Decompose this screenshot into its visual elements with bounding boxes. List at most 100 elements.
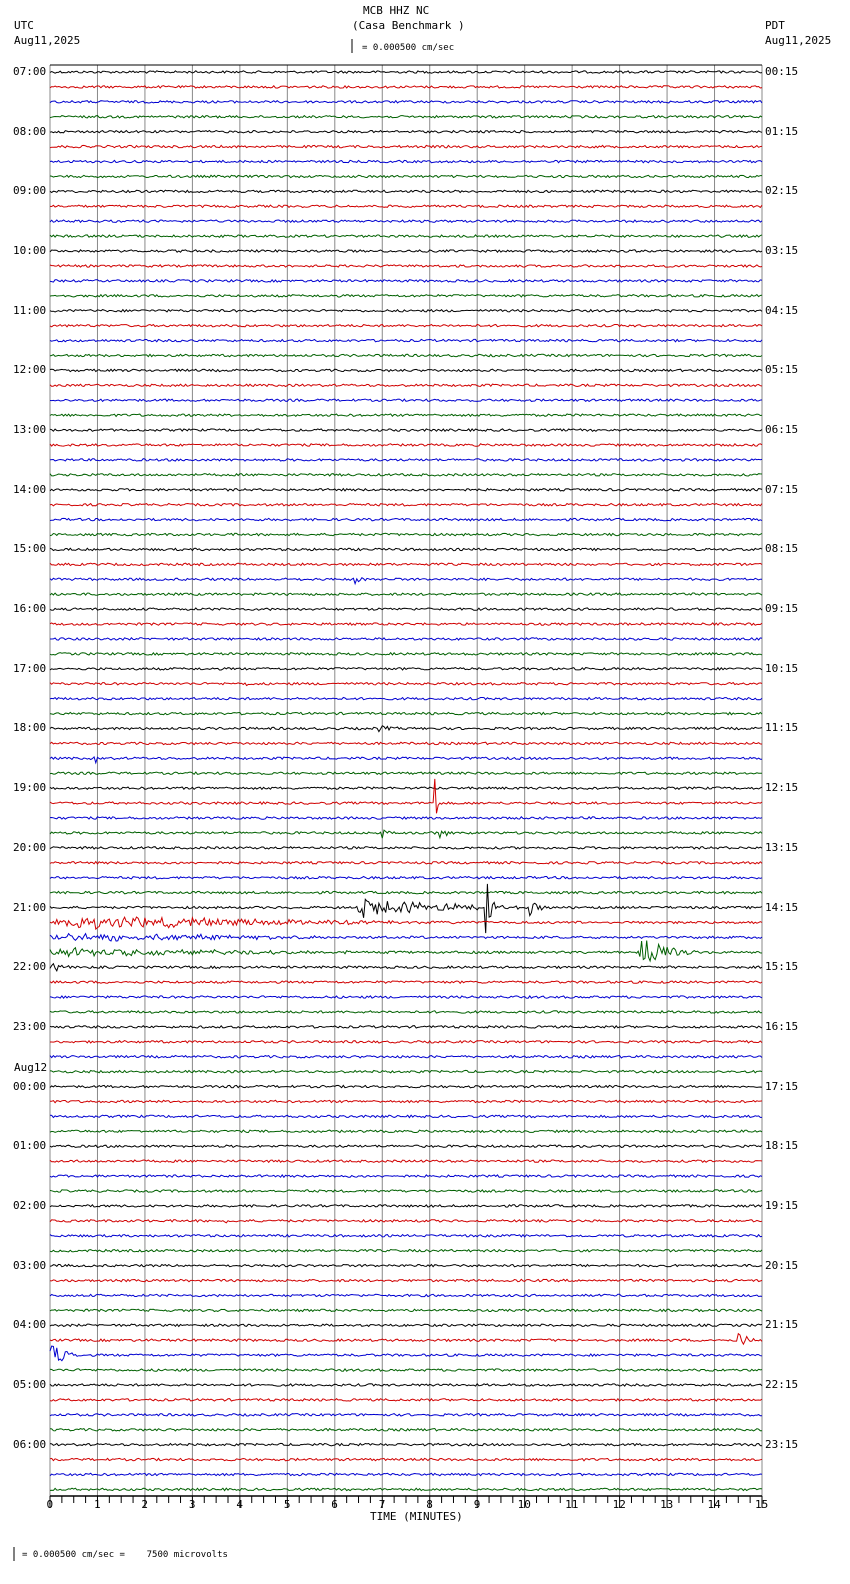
trace-row (49, 592, 763, 597)
trace-row (49, 980, 763, 985)
utc-hour-label: 11:00 (13, 303, 47, 317)
trace-row (49, 1442, 763, 1447)
trace-row (49, 1332, 763, 1346)
utc-hour-label: 09:00 (13, 184, 47, 198)
trace-row (49, 1218, 763, 1224)
trace-row (49, 472, 763, 477)
utc-hour-label: 10:00 (13, 244, 47, 258)
trace-row (49, 457, 763, 462)
trace-row (49, 666, 763, 671)
utc-hour-label: 19:00 (13, 781, 47, 795)
trace-row (49, 1487, 763, 1492)
pdt-hour-label: 16:15 (765, 1019, 799, 1033)
trace-row (49, 413, 763, 418)
trace-row (49, 204, 763, 209)
pdt-hour-label: 13:15 (765, 840, 799, 854)
utc-hour-label: 06:00 (13, 1437, 47, 1451)
trace-row (49, 428, 763, 433)
pdt-hour-label: 02:15 (765, 184, 799, 198)
trace-row (49, 1263, 763, 1268)
x-tick-label: 0 (46, 1498, 54, 1511)
pdt-hour-label: 23:15 (765, 1437, 799, 1451)
trace-row (49, 114, 763, 119)
x-tick-label: 12 (612, 1498, 626, 1511)
trace-row (49, 398, 763, 403)
utc-hour-label: 02:00 (13, 1198, 47, 1212)
trace-row (49, 845, 763, 850)
trace-row (49, 368, 763, 373)
trace-row (49, 1099, 763, 1104)
trace-row (49, 1174, 763, 1179)
utc-hour-label: 22:00 (13, 960, 47, 974)
trace-row (49, 771, 763, 776)
trace-row (49, 1323, 763, 1328)
trace-row (49, 1293, 763, 1298)
trace-row (49, 696, 763, 701)
trace-row (49, 755, 762, 765)
trace-row (49, 1189, 763, 1193)
utc-hour-label: 08:00 (13, 124, 47, 138)
utc-hour-label: 16:00 (13, 602, 47, 616)
utc-hour-label: 13:00 (13, 423, 47, 437)
trace-row (49, 1248, 763, 1253)
trace-row (49, 278, 763, 283)
x-tick-label: 7 (378, 1498, 386, 1511)
trace-row (49, 1144, 763, 1149)
utc-hour-label: 05:00 (13, 1377, 47, 1391)
trace-row (49, 860, 763, 865)
trace-row (49, 129, 763, 134)
pdt-hour-label: 15:15 (765, 960, 799, 974)
trace-row (49, 1397, 763, 1402)
pdt-hour-label: 00:15 (765, 65, 799, 78)
trace-row (49, 517, 763, 522)
trace-row (49, 487, 763, 492)
x-tick-label: 10 (517, 1498, 531, 1511)
x-tick-label: 9 (473, 1498, 481, 1511)
trace-row (49, 189, 763, 194)
trace-row (49, 962, 763, 972)
utc-hour-label: 07:00 (13, 65, 47, 78)
utc-hour-label: 23:00 (13, 1019, 47, 1033)
trace-row (49, 875, 763, 880)
trace-row (49, 84, 763, 89)
utc-hour-label: 17:00 (13, 661, 47, 675)
seismogram-plot (13, 39, 763, 1561)
trace-row (49, 70, 763, 74)
trace-row (49, 562, 763, 567)
pdt-hour-label: 18:15 (765, 1139, 799, 1153)
x-tick-label: 14 (707, 1498, 721, 1511)
trace-row (49, 607, 763, 611)
utc-hour-label: 18:00 (13, 721, 47, 735)
pdt-hour-label: 03:15 (765, 244, 799, 258)
pdt-hour-label: 07:15 (765, 482, 799, 496)
x-tick-label: 13 (660, 1498, 674, 1511)
trace-row (49, 1412, 763, 1417)
trace-row (49, 159, 763, 164)
pdt-hour-label: 05:15 (765, 363, 799, 377)
pdt-hour-label: 17:15 (765, 1079, 799, 1093)
trace-row (49, 1203, 763, 1208)
utc-hour-label: 20:00 (13, 840, 47, 854)
pdt-hour-label: 21:15 (765, 1318, 799, 1332)
trace-row (49, 1278, 763, 1283)
utc-hour-label: 03:00 (13, 1258, 47, 1272)
pdt-hour-label: 09:15 (765, 602, 799, 616)
trace-row (49, 816, 763, 820)
trace-row (49, 353, 763, 358)
pdt-hour-label: 01:15 (765, 124, 799, 138)
trace-row (49, 1345, 763, 1362)
trace-row (49, 1368, 763, 1372)
pdt-hour-label: 14:15 (765, 900, 799, 914)
trace-row (49, 383, 763, 388)
pdt-hour-label: 10:15 (765, 661, 799, 675)
pdt-hour-label: 22:15 (765, 1377, 799, 1391)
pdt-hour-label: 04:15 (765, 303, 799, 317)
helicorder: MCB HHZ NC (Casa Benchmark ) UTC Aug11,2… (0, 0, 850, 1584)
trace-row (49, 1427, 763, 1432)
trace-row (49, 1069, 763, 1074)
x-tick-label: 8 (426, 1498, 433, 1511)
trace-row (49, 308, 763, 313)
trace-row (49, 932, 763, 942)
x-tick-label: 2 (141, 1498, 149, 1511)
utc-hour-label: 01:00 (13, 1139, 47, 1153)
